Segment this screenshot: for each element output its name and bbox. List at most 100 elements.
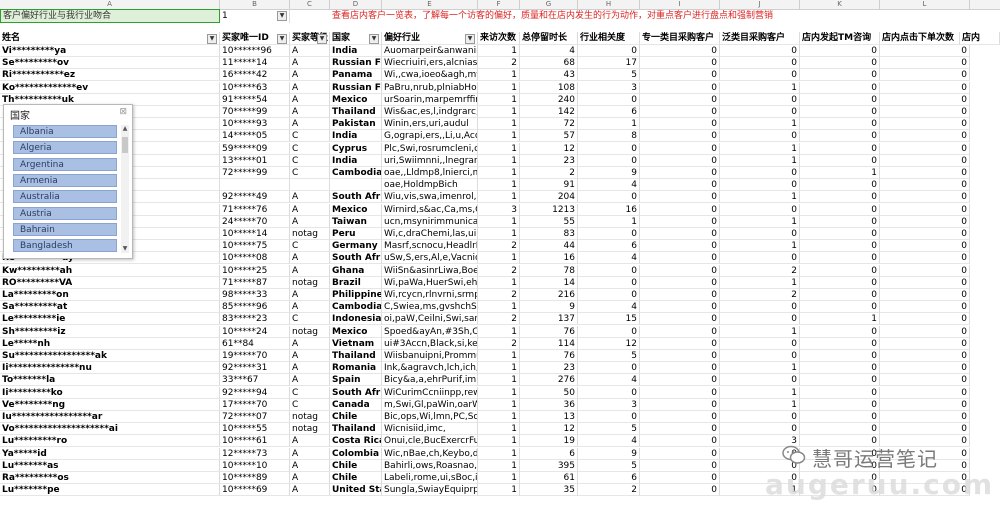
table-cell[interactable]: Cambodia [330, 167, 382, 179]
header-cell[interactable]: 买家等级 ▼ [290, 32, 330, 45]
table-cell[interactable]: 0 [800, 93, 880, 106]
table-cell[interactable]: 1 [720, 142, 800, 155]
table-cell[interactable]: 0 [640, 276, 720, 289]
table-cell[interactable]: 0 [720, 350, 800, 362]
table-cell[interactable]: PaBru,nrub,plniabHo,e [382, 81, 478, 94]
table-cell[interactable]: 1 [478, 423, 520, 436]
table-cell[interactable]: C [290, 154, 330, 167]
table-cell[interactable]: 0 [720, 252, 800, 265]
table-cell[interactable]: 0 [880, 167, 970, 179]
filter-dropdown-icon[interactable]: ▼ [317, 34, 327, 44]
table-cell[interactable]: 1 [478, 191, 520, 204]
table-cell[interactable]: 1 [720, 191, 800, 204]
table-cell[interactable]: Germany [330, 240, 382, 253]
table-cell[interactable]: 8 [578, 130, 640, 143]
table-cell[interactable]: Plc,Swi,rosrumcleni,cld [382, 142, 478, 155]
table-cell[interactable]: 0 [640, 435, 720, 448]
table-cell[interactable]: 92*****94 [220, 386, 290, 399]
table-cell[interactable]: 1 [478, 93, 520, 106]
table-cell[interactable]: 1 [478, 350, 520, 362]
table-cell[interactable]: 10*****24 [220, 325, 290, 338]
table-cell[interactable]: 0 [578, 276, 640, 289]
header-cell[interactable]: 行业相关度 [578, 32, 640, 45]
table-cell[interactable]: South Africa [330, 386, 382, 399]
table-cell[interactable]: 1 [800, 167, 880, 179]
table-cell[interactable]: 4 [578, 179, 640, 192]
table-cell[interactable]: Bahirli,ows,Roasnao,b [382, 459, 478, 472]
column-letter-d[interactable]: D [330, 0, 382, 9]
table-cell[interactable]: 0 [720, 93, 800, 106]
table-cell[interactable]: 1 [478, 276, 520, 289]
table-cell[interactable]: Sh*********iz [0, 325, 220, 338]
table-cell[interactable]: 0 [640, 228, 720, 240]
table-cell[interactable]: 0 [578, 289, 640, 301]
table-cell[interactable] [330, 179, 382, 192]
table-cell[interactable]: 17 [578, 57, 640, 70]
filter-dropdown-icon[interactable]: ▼ [465, 34, 475, 44]
table-cell[interactable]: 0 [800, 398, 880, 411]
table-cell[interactable]: Vo********************ai [0, 423, 220, 436]
table-cell[interactable]: 1 [478, 154, 520, 167]
table-cell[interactable]: 0 [640, 423, 720, 436]
table-cell[interactable]: oae,HoldmpBich [382, 179, 478, 192]
table-cell[interactable]: 70*****99 [220, 106, 290, 118]
table-cell[interactable]: Onui,cle,BucExercrFur [382, 435, 478, 448]
table-cell[interactable]: 276 [520, 374, 578, 387]
slicer-item[interactable]: Argentina [13, 157, 117, 171]
table-cell[interactable]: 0 [880, 130, 970, 143]
slicer-item[interactable]: Australia [13, 190, 117, 204]
table-cell[interactable]: 76 [520, 350, 578, 362]
column-letter-b[interactable]: B [220, 0, 290, 9]
column-letter-f[interactable]: F [478, 0, 520, 9]
table-cell[interactable]: 0 [640, 179, 720, 192]
table-cell[interactable]: 9 [520, 301, 578, 314]
table-cell[interactable]: 0 [640, 167, 720, 179]
table-cell[interactable]: 2 [578, 484, 640, 497]
table-cell[interactable]: 0 [578, 191, 640, 204]
table-cell[interactable]: Wi,c,draChemi,las,uip,c [382, 228, 478, 240]
table-cell[interactable]: 91 [520, 179, 578, 192]
table-cell[interactable]: A [290, 191, 330, 204]
table-cell[interactable]: 0 [880, 276, 970, 289]
table-cell[interactable]: 0 [800, 203, 880, 216]
table-cell[interactable]: oi,paW,Ceilni,Swi,sand [382, 313, 478, 326]
table-cell[interactable]: 0 [880, 142, 970, 155]
table-cell[interactable]: 204 [520, 191, 578, 204]
table-cell[interactable]: 1 [478, 472, 520, 484]
table-cell[interactable]: 6 [578, 240, 640, 253]
table-cell[interactable]: 0 [578, 264, 640, 277]
table-cell[interactable]: 0 [800, 106, 880, 118]
table-cell[interactable]: 0 [640, 264, 720, 277]
table-cell[interactable]: 1 [478, 325, 520, 338]
table-cell[interactable]: notag [290, 228, 330, 240]
table-cell[interactable]: 0 [880, 374, 970, 387]
table-cell[interactable]: 11*****14 [220, 57, 290, 70]
table-cell[interactable]: 12 [520, 142, 578, 155]
table-cell[interactable]: 1 [720, 81, 800, 94]
table-cell[interactable]: notag [290, 423, 330, 436]
table-cell[interactable]: 1 [478, 252, 520, 265]
header-cell[interactable]: 店内点击下单次数 [880, 32, 960, 45]
table-cell[interactable]: To*******la [0, 374, 220, 387]
table-cell[interactable]: 14 [520, 276, 578, 289]
header-cell[interactable]: 买家唯一ID ▼ [220, 32, 290, 45]
table-cell[interactable]: RO*********VA [0, 276, 220, 289]
table-cell[interactable]: 395 [520, 459, 578, 472]
table-cell[interactable]: 0 [640, 350, 720, 362]
table-cell[interactable]: 0 [880, 301, 970, 314]
table-cell[interactable]: 61**84 [220, 337, 290, 350]
table-cell[interactable]: 2 [720, 264, 800, 277]
table-cell[interactable]: 36 [520, 398, 578, 411]
table-cell[interactable]: 0 [880, 386, 970, 399]
table-cell[interactable]: Thailand [330, 423, 382, 436]
table-cell[interactable]: 10*****10 [220, 459, 290, 472]
table-cell[interactable]: 0 [880, 337, 970, 350]
table-cell[interactable]: 0 [640, 45, 720, 57]
table-cell[interactable]: 1 [720, 398, 800, 411]
table-cell[interactable]: 2 [720, 289, 800, 301]
table-cell[interactable]: 1 [478, 386, 520, 399]
table-cell[interactable]: Lu*********ro [0, 435, 220, 448]
column-letter-e[interactable]: E [382, 0, 478, 9]
table-cell[interactable]: 0 [720, 167, 800, 179]
table-cell[interactable]: 6 [578, 106, 640, 118]
